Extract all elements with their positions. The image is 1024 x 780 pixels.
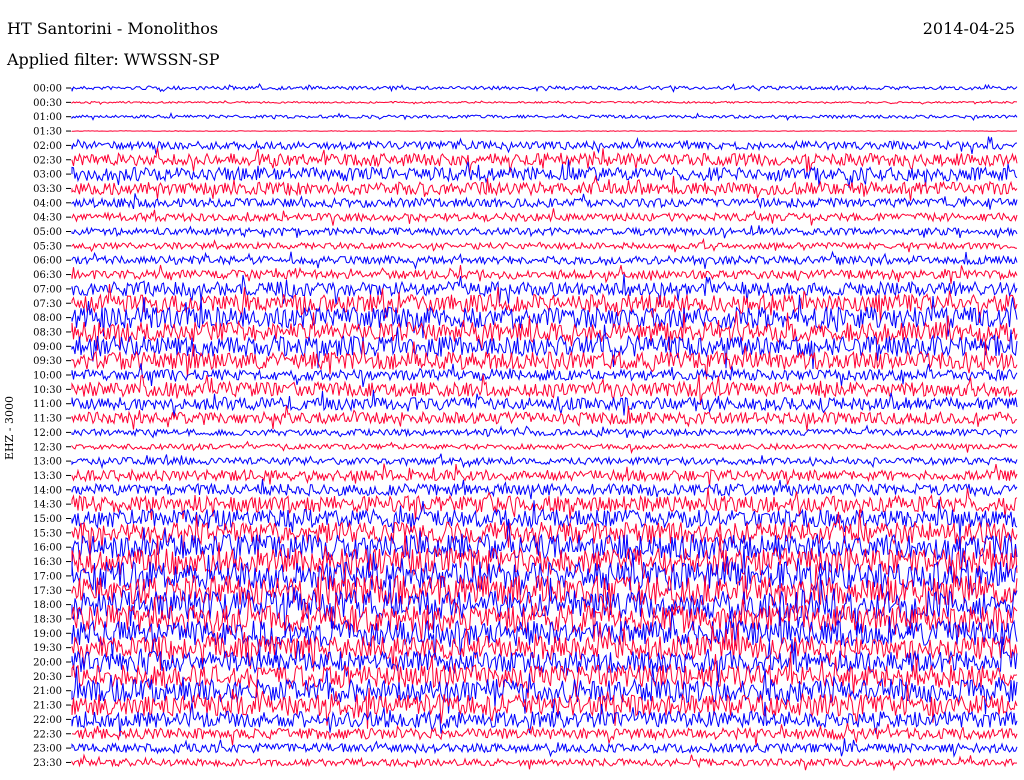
trace-row (71, 723, 1018, 746)
row-label: 11:00 (33, 399, 62, 410)
row-label: 07:00 (33, 284, 62, 295)
row-label: 06:00 (33, 256, 62, 267)
row-label: 03:00 (33, 170, 62, 181)
trace-row (71, 208, 1018, 226)
row-label: 03:30 (33, 184, 62, 195)
row-label: 08:30 (33, 327, 62, 338)
trace-row (71, 753, 1018, 772)
row-label: 12:30 (33, 442, 62, 453)
row-label: 14:30 (33, 500, 62, 511)
trace-row (71, 405, 1018, 431)
trace-row (71, 284, 1018, 323)
trace-row (71, 453, 1018, 470)
row-label: 09:00 (33, 342, 62, 353)
row-label: 15:00 (33, 514, 62, 525)
row-label: 22:30 (33, 729, 62, 740)
trace-row (71, 237, 1017, 253)
trace-row (71, 264, 1018, 284)
row-label: 10:30 (33, 385, 62, 396)
row-label: 20:00 (33, 658, 62, 669)
row-label: 18:00 (33, 600, 62, 611)
trace-row (71, 147, 1018, 174)
row-label: 12:00 (33, 428, 62, 439)
row-label: 00:00 (33, 84, 62, 95)
row-label: 05:00 (33, 227, 62, 238)
trace-row (71, 83, 1018, 93)
row-label: 14:00 (33, 485, 62, 496)
row-label: 15:30 (33, 528, 62, 539)
row-label: 22:00 (33, 715, 62, 726)
row-label: 13:00 (33, 457, 62, 468)
trace-row (71, 738, 1018, 758)
row-label: 02:30 (33, 155, 62, 166)
row-label: 09:30 (33, 356, 62, 367)
helicorder-plot: 00:00 00:30 01:00 01:30 02:00 02:30 03:00 03:30… (33, 83, 1018, 772)
trace-row (71, 478, 1018, 500)
row-label: 06:30 (33, 270, 62, 281)
trace-row (71, 311, 1018, 351)
trace-row (71, 159, 1018, 188)
row-label: 16:30 (33, 557, 62, 568)
row-label: 21:30 (33, 701, 62, 712)
row-label: 17:00 (33, 571, 62, 582)
trace-row (71, 112, 1018, 121)
row-label: 17:30 (33, 586, 62, 597)
trace-row (71, 440, 1018, 455)
trace-row (71, 521, 1018, 575)
trace-row (71, 136, 1018, 155)
trace-row (71, 130, 1018, 133)
row-label: 13:30 (33, 471, 62, 482)
row-label: 01:00 (33, 112, 62, 123)
row-label: 18:30 (33, 614, 62, 625)
row-label: 05:30 (33, 241, 62, 252)
trace-row (71, 390, 1018, 417)
trace-row (71, 363, 1018, 387)
row-label: 07:30 (33, 299, 62, 310)
row-label: 21:00 (33, 686, 62, 697)
row-label: 02:00 (33, 141, 62, 152)
trace-row (71, 424, 1018, 439)
row-label: 04:00 (33, 198, 62, 209)
trace-row (71, 463, 1018, 487)
row-label: 11:30 (33, 414, 62, 425)
row-label: 01:30 (33, 127, 62, 138)
trace-row (71, 99, 1018, 105)
row-label: 08:00 (33, 313, 62, 324)
trace-row (71, 225, 1018, 239)
row-label: 04:30 (33, 213, 62, 224)
row-label: 23:30 (33, 758, 62, 769)
row-label: 23:00 (33, 744, 62, 755)
row-label: 19:30 (33, 643, 62, 654)
row-label: 20:30 (33, 672, 62, 683)
trace-row (71, 250, 1018, 270)
row-label: 10:00 (33, 371, 62, 382)
row-label: 19:00 (33, 629, 62, 640)
row-label: 00:30 (33, 98, 62, 109)
row-label: 16:00 (33, 543, 62, 554)
